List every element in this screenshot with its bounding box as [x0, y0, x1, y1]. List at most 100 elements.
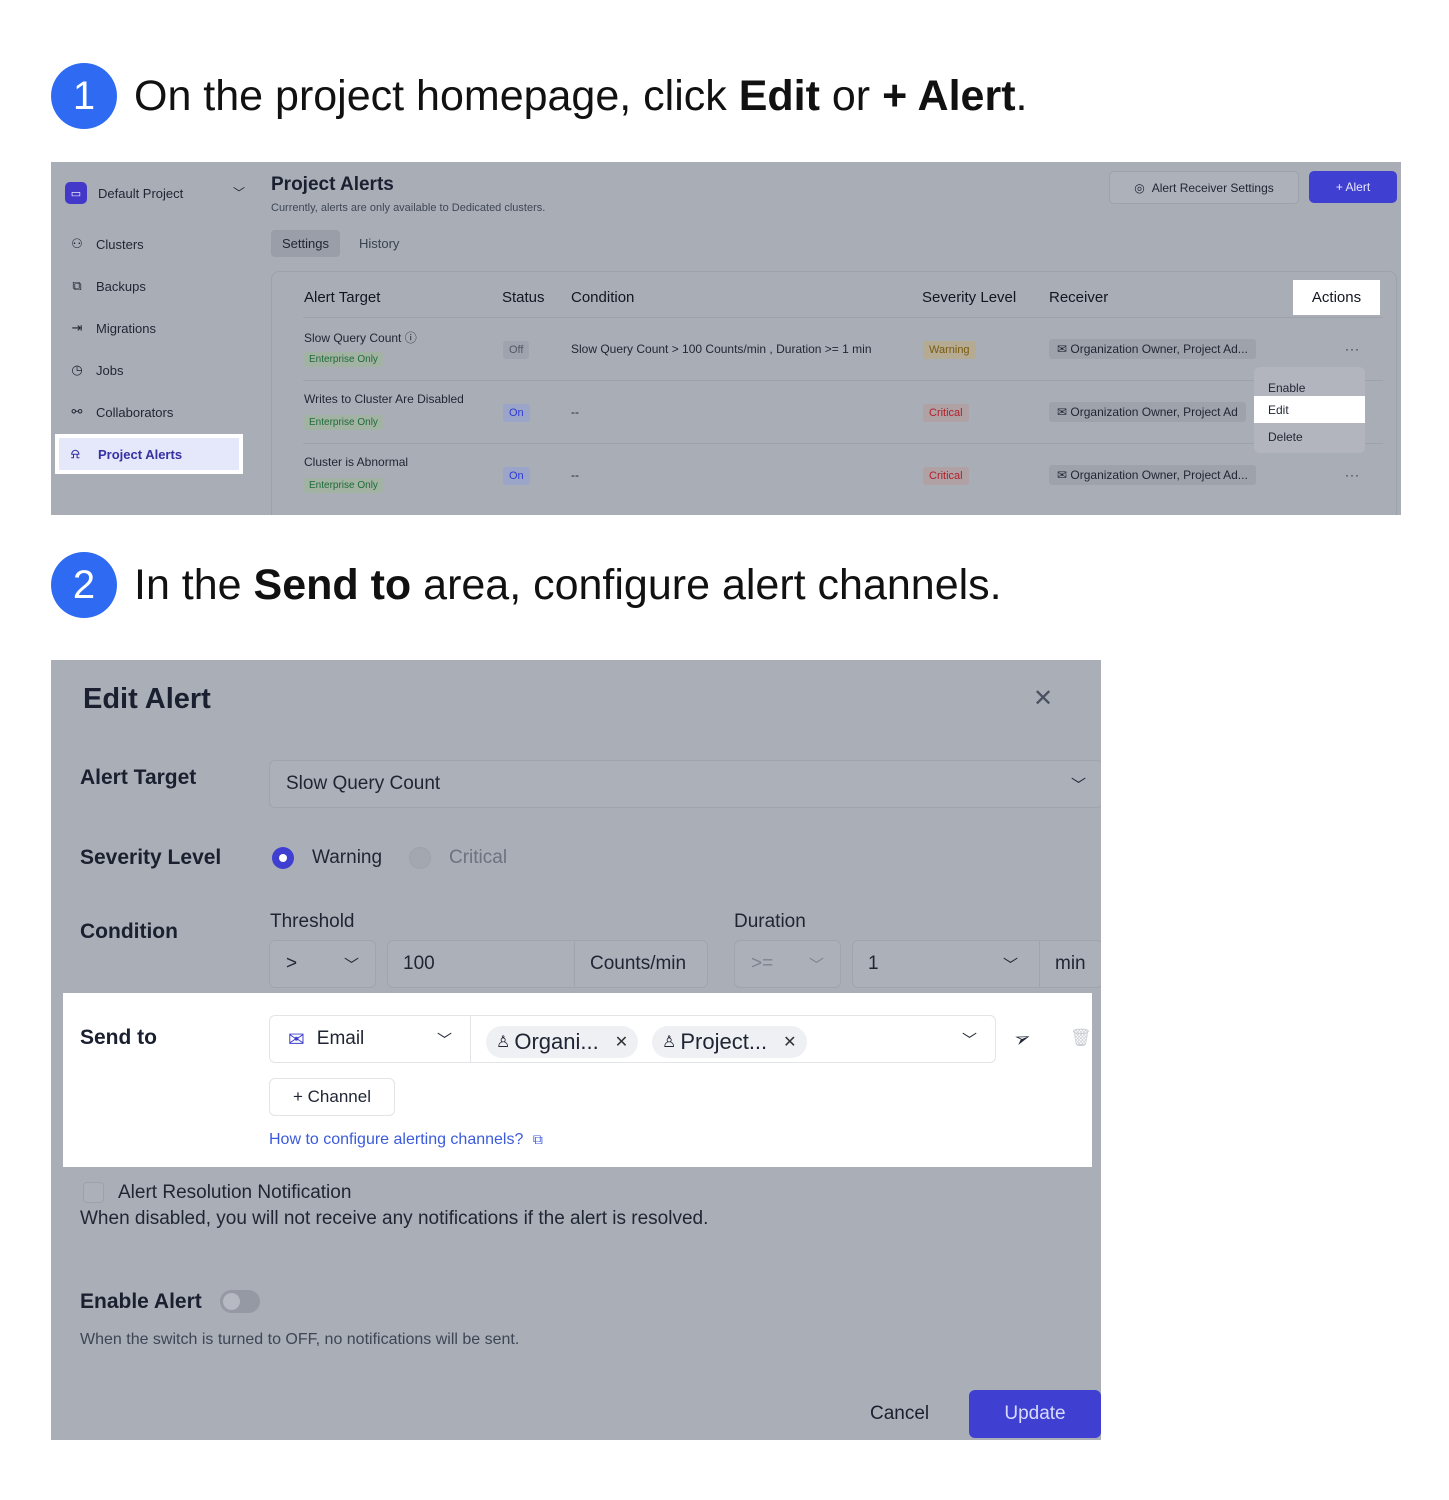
- receiver-tag: ✉ Organization Owner, Project Ad: [1049, 402, 1246, 422]
- tag-label: Project...: [680, 1029, 768, 1054]
- add-alert-button[interactable]: + Alert: [1309, 171, 1397, 203]
- severity-label: Severity Level: [80, 846, 222, 869]
- chevron-down-icon: ﹀: [436, 1032, 452, 1049]
- jobs-icon: ◷: [71, 362, 83, 377]
- enable-alert-toggle[interactable]: [220, 1290, 260, 1313]
- actions-menu: Enable Edit Delete: [1254, 367, 1365, 453]
- sidebar-item-migrations[interactable]: ⇥ Migrations: [69, 320, 156, 336]
- recipient-tag[interactable]: ♙ Project... ✕: [652, 1026, 807, 1058]
- enterprise-badge: Enterprise Only: [304, 478, 383, 493]
- remove-tag-icon[interactable]: ✕: [783, 1032, 796, 1052]
- radio-label-critical: Critical: [449, 847, 508, 868]
- update-button[interactable]: Update: [969, 1390, 1101, 1438]
- condition-label: Condition: [80, 920, 178, 943]
- backups-icon: ⧉: [72, 278, 82, 293]
- more-actions-icon[interactable]: ···: [1345, 342, 1360, 356]
- page-subtitle: Currently, alerts are only available to …: [271, 202, 546, 214]
- threshold-operator-select[interactable]: > ﹀: [269, 940, 376, 988]
- alert-receiver-settings-button[interactable]: ◎ Alert Receiver Settings: [1109, 171, 1299, 204]
- remove-tag-icon[interactable]: ✕: [615, 1032, 628, 1052]
- cancel-button[interactable]: Cancel: [870, 1403, 929, 1425]
- alert-target-select[interactable]: Slow Query Count ﹀: [269, 760, 1101, 808]
- step-2-instruction: In the Send to area, configure alert cha…: [134, 560, 1002, 609]
- tab-settings[interactable]: Settings: [271, 230, 340, 257]
- row-divider: [303, 443, 1383, 444]
- column-header-receiver: Receiver: [1049, 289, 1109, 306]
- sidebar-item-label: Clusters: [96, 236, 144, 252]
- trash-icon[interactable]: 🗑: [1070, 1028, 1092, 1048]
- column-header-actions: Actions: [1293, 280, 1380, 315]
- chevron-down-icon: ﹀: [1003, 957, 1019, 974]
- severity-badge: Critical: [923, 404, 969, 422]
- sidebar-item-collaborators[interactable]: ⚯ Collaborators: [69, 404, 174, 420]
- clusters-icon: ⚇: [71, 236, 83, 251]
- recipient-tag[interactable]: ♙ Organi... ✕: [486, 1026, 639, 1058]
- resolution-notification-description: When disabled, you will not receive any …: [80, 1208, 709, 1229]
- condition-cell: --: [571, 468, 579, 482]
- close-icon[interactable]: ✕: [1033, 684, 1053, 713]
- column-header-alert-target: Alert Target: [304, 289, 381, 306]
- sidebar-item-project-alerts[interactable]: ⍾ Project Alerts: [55, 434, 243, 474]
- step-number-badge: 1: [51, 63, 117, 129]
- duration-operator-select[interactable]: >= ﹀: [734, 940, 841, 988]
- step-1-instruction: On the project homepage, click Edit or +…: [134, 71, 1028, 120]
- tag-label: Organi...: [514, 1029, 599, 1054]
- menu-item-delete[interactable]: Delete: [1254, 423, 1365, 450]
- receiver-tag: ✉ Organization Owner, Project Ad...: [1049, 339, 1256, 359]
- select-value: Email: [316, 1028, 365, 1049]
- sidebar-item-label: Collaborators: [96, 404, 174, 420]
- add-channel-button[interactable]: + Channel: [269, 1078, 395, 1116]
- project-name: Default Project: [98, 185, 184, 201]
- threshold-input[interactable]: 100 Counts/min: [387, 940, 708, 988]
- duration-unit: min: [1039, 941, 1086, 987]
- step-2-heading: 2 In the Send to area, configure alert c…: [51, 552, 1002, 618]
- alert-target-cell[interactable]: Writes to Cluster Are Disabled: [304, 392, 464, 406]
- status-badge: Off: [503, 341, 530, 359]
- menu-item-edit[interactable]: Edit: [1254, 396, 1365, 423]
- tab-history[interactable]: History: [348, 230, 410, 257]
- duration-label: Duration: [734, 911, 806, 932]
- sidebar-item-label: Backups: [96, 278, 146, 294]
- chevron-down-icon: ﹀: [343, 957, 359, 974]
- enable-alert-note: When the switch is turned to OFF, no not…: [80, 1331, 520, 1348]
- alarm-icon: ⍾: [71, 446, 80, 461]
- more-actions-icon[interactable]: ···: [1345, 468, 1360, 482]
- channel-type-select[interactable]: ✉ Email ﹀: [269, 1015, 470, 1063]
- alert-target-cell[interactable]: Cluster is Abnormal: [304, 455, 408, 469]
- sidebar-item-jobs[interactable]: ◷ Jobs: [69, 362, 123, 378]
- sidebar-item-backups[interactable]: ⧉ Backups: [69, 278, 146, 294]
- edit-alert-screenshot: Edit Alert ✕ Alert Target Slow Query Cou…: [51, 660, 1101, 1440]
- receiver-tag: ✉ Organization Owner, Project Ad...: [1049, 465, 1256, 485]
- status-badge: On: [503, 404, 530, 422]
- select-value: >: [286, 953, 298, 974]
- radio-warning[interactable]: [272, 847, 294, 869]
- sidebar-item-clusters[interactable]: ⚇ Clusters: [69, 236, 144, 252]
- link-text: How to configure alerting channels?: [269, 1131, 524, 1148]
- user-icon: ♙: [662, 1034, 677, 1051]
- step-number-badge: 2: [51, 552, 117, 618]
- folder-icon: ▭: [65, 182, 87, 204]
- alert-target-cell[interactable]: Slow Query Count ⓘ: [304, 329, 417, 346]
- column-header-status: Status: [502, 289, 545, 306]
- duration-select[interactable]: 1 ﹀ min: [852, 940, 1101, 988]
- enterprise-badge: Enterprise Only: [304, 352, 383, 367]
- project-alerts-screenshot: ▭ Default Project ﹀ ⚇ Clusters ⧉ Backups…: [51, 162, 1401, 515]
- condition-cell: Slow Query Count > 100 Counts/min , Dura…: [571, 342, 872, 356]
- help-link[interactable]: How to configure alerting channels? ⧉: [269, 1131, 543, 1149]
- threshold-label: Threshold: [270, 911, 355, 932]
- radio-critical[interactable]: [409, 847, 431, 869]
- external-link-icon: ⧉: [532, 1131, 543, 1147]
- page-title: Project Alerts: [271, 174, 394, 195]
- collaborators-icon: ⚯: [71, 404, 83, 419]
- chevron-down-icon: ﹀: [1070, 777, 1086, 794]
- tab-bar: Settings History: [271, 230, 410, 257]
- migrations-icon: ⇥: [71, 320, 83, 335]
- column-header-condition: Condition: [571, 289, 635, 306]
- send-to-label: Send to: [80, 1026, 157, 1049]
- enable-alert-label: Enable Alert: [80, 1290, 202, 1313]
- project-selector[interactable]: ▭ Default Project ﹀: [65, 181, 245, 205]
- user-icon: ♙: [496, 1034, 511, 1051]
- resolution-notification-checkbox[interactable]: [83, 1182, 104, 1203]
- select-value: Slow Query Count: [286, 773, 441, 794]
- input-value: 100: [403, 953, 435, 974]
